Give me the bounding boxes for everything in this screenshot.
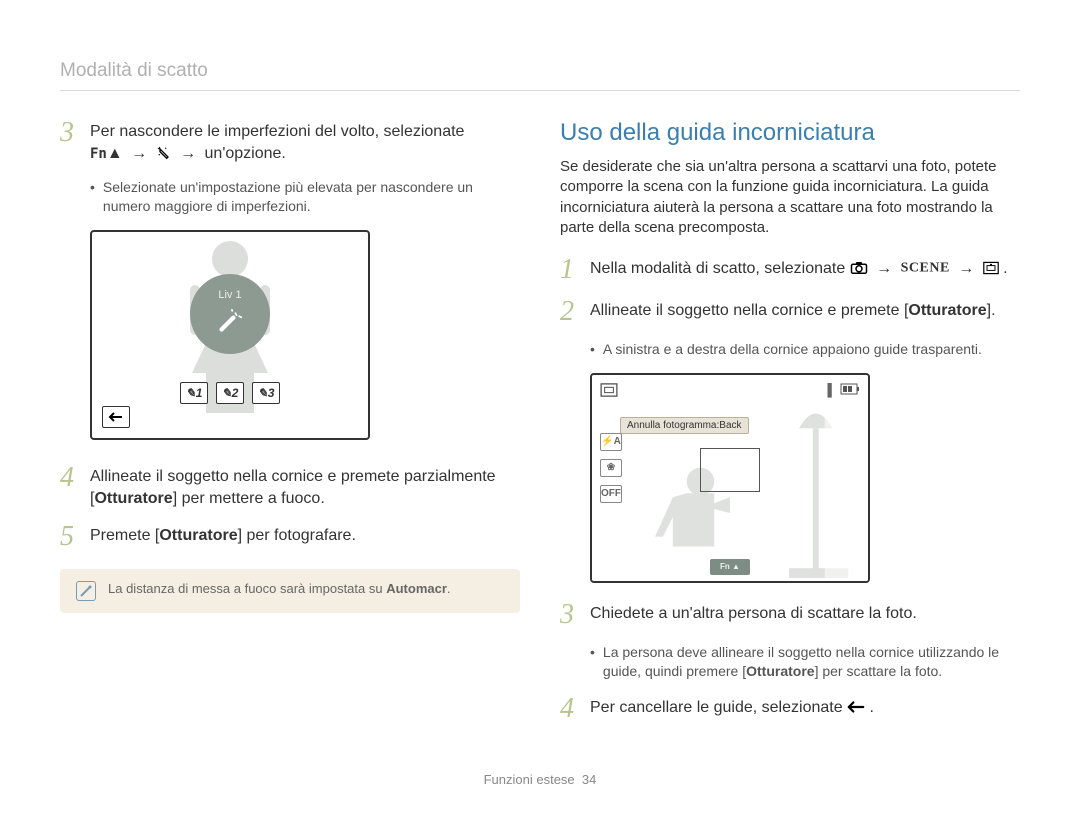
arrow-icon: → — [876, 260, 892, 277]
step-number: 4 — [60, 464, 90, 492]
section-intro: Se desiderate che sia un'altra persona a… — [560, 157, 1020, 238]
camera-screenshot-retouch: Liv 1 ✎1 ✎2 ✎3 — [90, 230, 370, 440]
back-arrow-icon — [847, 699, 869, 716]
right-column: Uso della guida incorniciatura Se deside… — [560, 119, 1020, 737]
num: 1 — [196, 386, 203, 400]
step-4: 4 Allineate il soggetto nella cornice e … — [60, 464, 520, 509]
bullet-text: A sinistra e a destra della cornice appa… — [603, 340, 982, 359]
focus-frame — [700, 448, 760, 492]
text: Allineate il soggetto nella cornice e pr… — [590, 302, 908, 319]
step3-bullets-right: La persona deve allineare il soggetto ne… — [590, 643, 1020, 681]
left-column: 3 Per nascondere le imperfezioni del vol… — [60, 119, 520, 737]
note-box: La distanza di messa a fuoco sarà impost… — [60, 569, 520, 613]
text: ] per scattare la foto. — [815, 663, 943, 679]
wand-icon — [213, 304, 247, 338]
bold: Automacr — [386, 581, 447, 596]
note-icon — [76, 581, 96, 601]
back-button — [102, 406, 130, 428]
step-3-right: 3 Chiedete a un'altra persona di scattar… — [560, 601, 1020, 629]
fn-icon: Fn — [90, 146, 107, 162]
num: 3 — [268, 386, 275, 400]
period: . — [1003, 260, 1007, 277]
step-number: 2 — [560, 298, 590, 326]
step-body: Per cancellare le guide, selezionate . — [590, 695, 874, 719]
text: ] per fotografare. — [238, 527, 356, 544]
fn-indicator: Fn ▲ — [710, 559, 750, 575]
level-option-3: ✎3 — [252, 382, 280, 404]
note-text: La distanza di messa a fuoco sarà impost… — [108, 581, 451, 596]
level-option-1: ✎1 — [180, 382, 208, 404]
level-label: Liv 1 — [218, 289, 241, 301]
footer-page-number: 34 — [582, 772, 596, 787]
step-number: 5 — [60, 523, 90, 551]
left-icon-column: ⚡A ❀ OFF — [600, 433, 622, 503]
scene-icon: SCENE — [901, 260, 950, 275]
battery-icon — [840, 383, 860, 400]
step-body: Chiedete a un'altra persona di scattare … — [590, 601, 917, 625]
camera-screenshot-guide: ▌ Annulla fotogramma:Back ⚡A ❀ OFF Fn ▲ — [590, 373, 870, 583]
step-1: 1 Nella modalità di scatto, selezionate … — [560, 256, 1020, 284]
step-body: Per nascondere le imperfezioni del volto… — [90, 119, 464, 164]
bullet: La persona deve allineare il soggetto ne… — [590, 643, 1020, 681]
bullet: Selezionate un'impostazione più elevata … — [90, 178, 520, 216]
step-5: 5 Premete [Otturatore] per fotografare. — [60, 523, 520, 551]
step3-text-b: un'opzione. — [205, 145, 286, 162]
step-number: 3 — [560, 601, 590, 629]
step-number: 1 — [560, 256, 590, 284]
step-body: Allineate il soggetto nella cornice e pr… — [590, 298, 996, 322]
step-body: Nella modalità di scatto, selezionate → … — [590, 256, 1008, 280]
step-body: Premete [Otturatore] per fotografare. — [90, 523, 356, 547]
bullet-text: Selezionate un'impostazione più elevata … — [103, 178, 520, 216]
num: 2 — [232, 386, 239, 400]
shutter-label: Otturatore — [908, 302, 986, 319]
step2-bullets: A sinistra e a destra della cornice appa… — [590, 340, 1020, 359]
level-option-row: ✎1 ✎2 ✎3 — [180, 382, 280, 404]
macro-icon: ❀ — [600, 459, 622, 477]
step-number: 4 — [560, 695, 590, 723]
page-footer: Funzioni estese 34 — [0, 772, 1080, 787]
top-status-icons: ▌ — [600, 383, 860, 400]
frame-guide-icon — [983, 260, 1003, 277]
text: Premete [ — [90, 527, 159, 544]
section-title: Uso della guida incorniciatura — [560, 119, 1020, 147]
step-2: 2 Allineate il soggetto nella cornice e … — [560, 298, 1020, 326]
frame-guide-icon — [600, 383, 618, 400]
footer-label: Funzioni estese — [484, 772, 575, 787]
text: ] per mettere a fuoco. — [173, 490, 325, 507]
wand-icon — [156, 145, 176, 162]
period: . — [870, 699, 874, 716]
flash-auto-icon: ⚡A — [600, 433, 622, 451]
back-arrow-icon — [108, 411, 124, 423]
step-body: Allineate il soggetto nella cornice e pr… — [90, 464, 520, 509]
shutter-label: Otturatore — [159, 527, 237, 544]
level-badge: Liv 1 — [190, 274, 270, 354]
bullet: A sinistra e a destra della cornice appa… — [590, 340, 1020, 359]
text: ]. — [987, 302, 996, 319]
text: Per cancellare le guide, selezionate — [590, 699, 843, 716]
cancel-frame-label: Annulla fotogramma:Back — [620, 417, 749, 434]
text: . — [447, 581, 451, 596]
wand-num-icon: ✎ — [186, 386, 196, 400]
text: Nella modalità di scatto, selezionate — [590, 260, 845, 277]
arrow-icon: → — [180, 145, 196, 162]
off-icon: OFF — [600, 485, 622, 503]
bullet-text: La persona deve allineare il soggetto ne… — [603, 643, 1020, 681]
step3-bullets: Selezionate un'impostazione più elevata … — [90, 178, 520, 216]
breadcrumb: Modalità di scatto — [60, 60, 1020, 91]
level-option-2: ✎2 — [216, 382, 244, 404]
wand-num-icon: ✎ — [258, 386, 268, 400]
step-3: 3 Per nascondere le imperfezioni del vol… — [60, 119, 520, 164]
step-4-right: 4 Per cancellare le guide, selezionate . — [560, 695, 1020, 723]
text: La distanza di messa a fuoco sarà impost… — [108, 581, 386, 596]
wand-num-icon: ✎ — [222, 386, 232, 400]
shutter-label: Otturatore — [746, 663, 814, 679]
camera-icon — [850, 260, 872, 277]
step-number: 3 — [60, 119, 90, 147]
shutter-label: Otturatore — [94, 490, 172, 507]
up-arrow-icon: ▲ — [107, 145, 123, 162]
step3-text-a: Per nascondere le imperfezioni del volto… — [90, 123, 464, 140]
signal-icon: ▌ — [827, 383, 836, 400]
arrow-icon: → — [958, 260, 974, 277]
arrow-icon: → — [131, 145, 147, 162]
